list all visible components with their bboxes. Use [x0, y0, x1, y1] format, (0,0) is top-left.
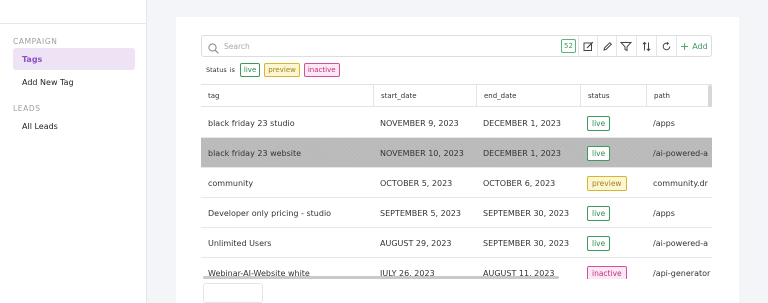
status-badge: live [587, 145, 611, 161]
cell-path: community.dr [653, 178, 708, 188]
filter-field-label: Status [206, 66, 227, 74]
sidebar-item-add-new-tag[interactable]: Add New Tag [13, 71, 135, 93]
filter-chip-preview[interactable]: preview [264, 63, 300, 77]
cell-path: /apps [653, 118, 675, 128]
filter-chip-live[interactable]: live [239, 63, 261, 77]
sidebar-item-all-leads[interactable]: All Leads [13, 115, 135, 137]
table-row[interactable]: black friday 23 studio NOVEMBER 9, 2023 DE… [201, 108, 712, 138]
active-filter: Status is live preview inactive [206, 62, 344, 78]
tags-table: tag start_date end_date status path blac… [201, 84, 712, 279]
sidebar-section-leads: LEADS [13, 104, 41, 113]
refresh-icon[interactable] [657, 38, 675, 54]
cell-path: /ai-powered-a [653, 148, 709, 158]
filter-chip-inactive[interactable]: inactive [303, 63, 340, 77]
status-badge: live [587, 115, 611, 131]
tags-panel: 52 + Add Status is live preview ina [176, 17, 739, 303]
cell-path: /api-generator [653, 268, 711, 278]
table-row[interactable]: black friday 23 website NOVEMBER 10, 2023… [201, 138, 712, 168]
cell-start-date: AUGUST 29, 2023 [380, 238, 452, 248]
edit-icon[interactable] [579, 38, 597, 54]
add-button[interactable]: + Add [680, 36, 708, 56]
search-bar: 52 + Add [201, 35, 712, 57]
add-button-label: Add [692, 41, 708, 51]
sidebar-section-campaign: CAMPAIGN [13, 37, 58, 46]
cell-tag: Developer only pricing - studio [208, 208, 332, 218]
cell-tag: black friday 23 website [208, 148, 302, 158]
cell-start-date: NOVEMBER 9, 2023 [380, 118, 459, 128]
cell-status: live [580, 198, 646, 228]
cell-status: live [580, 228, 646, 258]
filter-operator: is [229, 66, 235, 74]
cell-end-date: SEPTEMBER 30, 2023 [483, 238, 570, 248]
sidebar: CAMPAIGN Tags Add New Tag LEADS All Lead… [0, 0, 147, 303]
cell-status: live [580, 108, 646, 138]
column-header-status[interactable]: status [580, 85, 646, 107]
column-header-path[interactable]: path [646, 85, 712, 107]
cell-start-date: NOVEMBER 10, 2023 [380, 148, 464, 158]
cell-tag: black friday 23 studio [208, 118, 295, 128]
status-badge: inactive [587, 265, 627, 279]
vertical-scrollbar[interactable] [708, 85, 712, 107]
cell-tag: community [208, 178, 254, 188]
filter-icon[interactable] [617, 38, 635, 54]
toolbar-divider [676, 36, 677, 56]
cell-start-date: SEPTEMBER 5, 2023 [380, 208, 461, 218]
cell-end-date: SEPTEMBER 30, 2023 [483, 208, 570, 218]
sidebar-item-tags[interactable]: Tags [13, 48, 135, 70]
table-row[interactable]: community OCTOBER 5, 2023 OCTOBER 6, 2023 p… [201, 168, 712, 198]
cell-end-date: DECEMBER 1, 2023 [483, 148, 561, 158]
column-header-start-date[interactable]: start_date [373, 85, 476, 107]
column-header-end-date[interactable]: end_date [476, 85, 580, 107]
cell-end-date: OCTOBER 6, 2023 [483, 178, 556, 188]
record-count-badge: 52 [561, 39, 576, 53]
table-row[interactable]: Developer only pricing - studio SEPTEMBER… [201, 198, 712, 228]
cell-status: inactive [580, 258, 646, 279]
status-badge: live [587, 205, 611, 221]
plus-icon: + [680, 39, 690, 53]
status-badge: live [587, 235, 611, 251]
search-input[interactable] [224, 37, 524, 55]
search-icon [207, 40, 220, 54]
cell-status: preview [580, 168, 646, 198]
horizontal-scrollbar[interactable] [203, 276, 559, 279]
cell-status: live [580, 138, 646, 168]
cell-end-date: DECEMBER 1, 2023 [483, 118, 561, 128]
table-header: tag start_date end_date status path [201, 85, 712, 107]
cell-path: /apps [653, 208, 675, 218]
cell-tag: Unlimited Users [208, 238, 272, 248]
pagination-control[interactable] [203, 283, 263, 303]
sidebar-divider [0, 23, 147, 24]
sort-icon[interactable] [637, 38, 655, 54]
table-row[interactable]: Unlimited Users AUGUST 29, 2023 SEPTEMBER … [201, 228, 712, 258]
pencil-icon[interactable] [598, 38, 616, 54]
cell-start-date: OCTOBER 5, 2023 [380, 178, 453, 188]
cell-path: /ai-powered-a [653, 238, 709, 248]
column-header-tag[interactable]: tag [201, 85, 373, 107]
status-badge: preview [587, 175, 627, 191]
